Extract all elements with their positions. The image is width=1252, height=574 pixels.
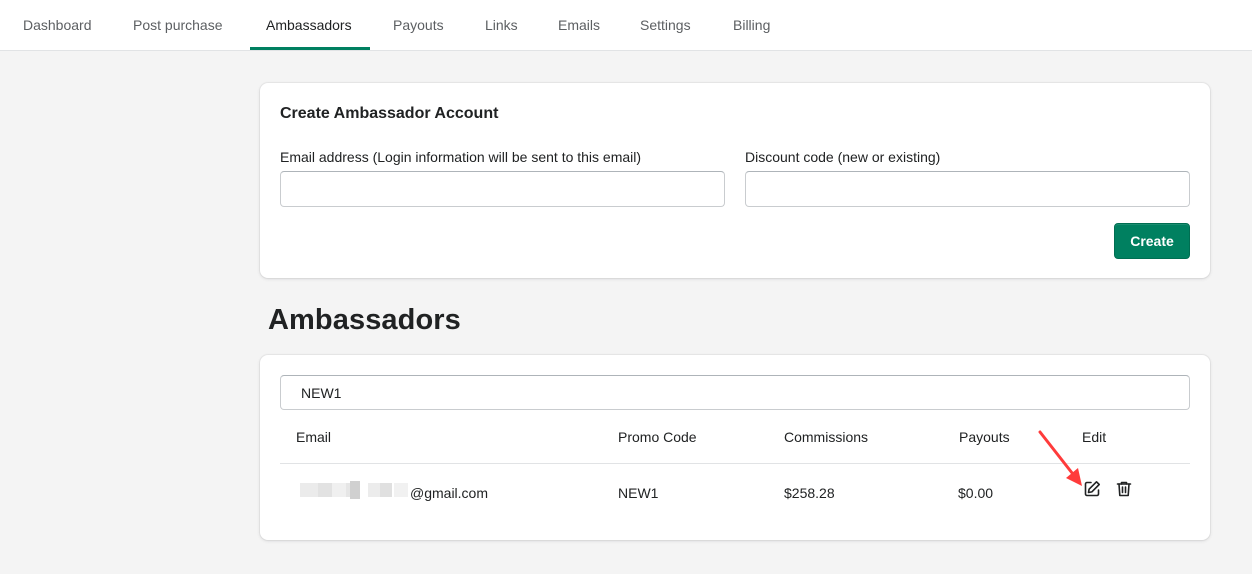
active-tab-indicator xyxy=(250,47,370,50)
discount-code-field[interactable] xyxy=(745,171,1190,207)
column-header-payouts: Payouts xyxy=(959,429,1010,445)
tab-links[interactable]: Links xyxy=(485,0,518,51)
table-divider xyxy=(280,463,1190,464)
top-navigation: Dashboard Post purchase Ambassadors Payo… xyxy=(0,0,1252,51)
create-ambassador-card: Create Ambassador Account Email address … xyxy=(260,83,1210,278)
tab-dashboard[interactable]: Dashboard xyxy=(23,0,92,51)
ambassadors-heading: Ambassadors xyxy=(268,304,461,336)
ambassador-payouts: $0.00 xyxy=(958,485,994,501)
create-button[interactable]: Create xyxy=(1114,223,1190,259)
tab-emails[interactable]: Emails xyxy=(558,0,600,51)
column-header-promo-code: Promo Code xyxy=(618,429,697,445)
ambassador-promo-code: NEW1 xyxy=(618,485,659,501)
ambassador-commissions: $258.28 xyxy=(784,485,835,501)
tab-post-purchase[interactable]: Post purchase xyxy=(133,0,223,51)
ambassador-email: @gmail.com xyxy=(410,485,489,501)
tab-billing[interactable]: Billing xyxy=(733,0,770,51)
column-header-commissions: Commissions xyxy=(784,429,869,445)
create-ambassador-title: Create Ambassador Account xyxy=(280,105,499,122)
tab-settings[interactable]: Settings xyxy=(640,0,691,51)
email-field-label: Email address (Login information will be… xyxy=(280,149,642,165)
edit-icon[interactable] xyxy=(1082,479,1104,501)
tab-payouts[interactable]: Payouts xyxy=(393,0,444,51)
column-header-edit: Edit xyxy=(1082,429,1107,445)
email-field[interactable] xyxy=(280,171,725,207)
search-input[interactable] xyxy=(280,375,1190,410)
trash-icon[interactable] xyxy=(1114,479,1136,501)
ambassadors-list-card: Email Promo Code Commissions Payouts Edi… xyxy=(260,355,1210,540)
discount-code-label: Discount code (new or existing) xyxy=(745,149,941,165)
tab-ambassadors[interactable]: Ambassadors xyxy=(266,0,352,51)
column-header-email: Email xyxy=(296,429,332,445)
